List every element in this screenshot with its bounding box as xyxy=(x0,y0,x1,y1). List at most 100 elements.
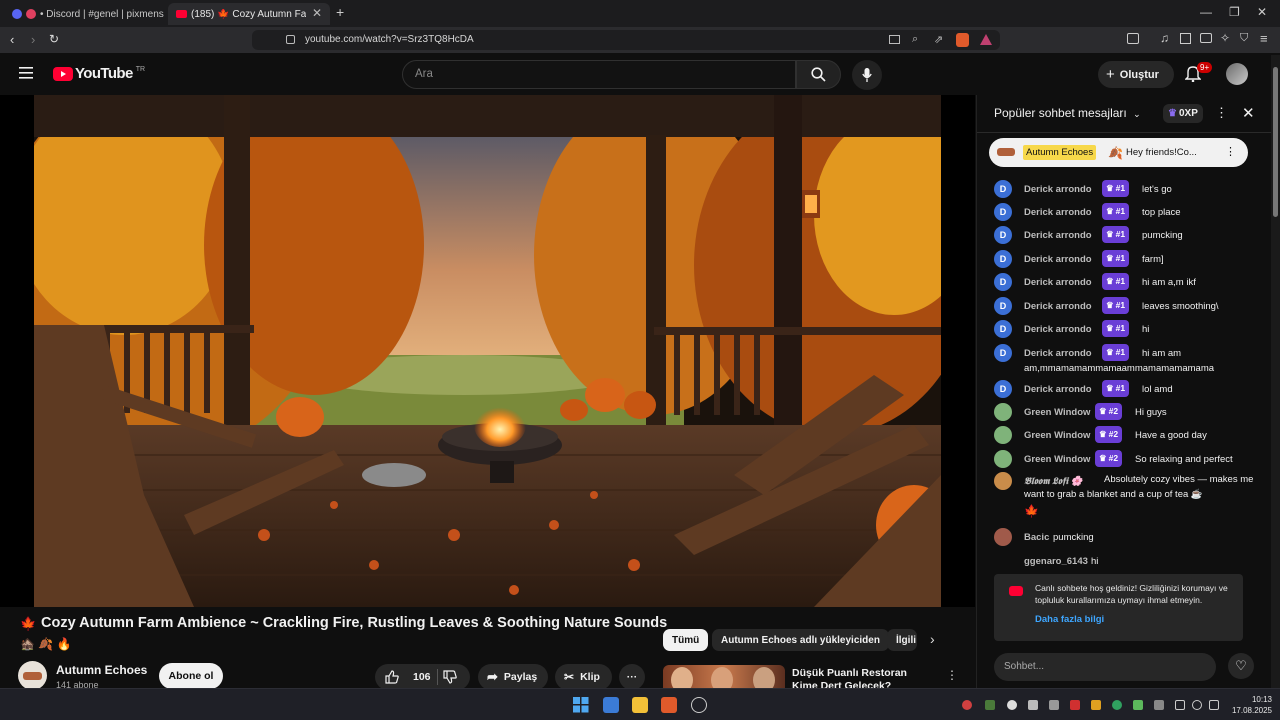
subscribe-button[interactable]: Abone ol xyxy=(159,663,223,689)
new-tab-button[interactable]: + xyxy=(336,4,344,20)
restore-icon[interactable]: ❐ xyxy=(1229,5,1240,19)
back-icon[interactable]: ‹ xyxy=(10,32,14,47)
rank-badge: ♛ #1 xyxy=(1102,203,1130,220)
network-icon[interactable] xyxy=(1175,700,1185,710)
tray-icon[interactable] xyxy=(1007,700,1017,710)
tab-discord[interactable]: • Discord | #genel | pixmens xyxy=(4,3,164,25)
tray-icon[interactable] xyxy=(1154,700,1164,710)
reload-icon[interactable]: ↻ xyxy=(49,32,59,46)
music-icon[interactable]: ♫ xyxy=(1160,31,1169,45)
chip-all[interactable]: Tümü xyxy=(663,629,709,651)
file-explorer-icon[interactable] xyxy=(632,697,648,713)
page-scrollbar[interactable] xyxy=(1271,55,1280,688)
author-name: Derick arrondo xyxy=(1024,301,1092,312)
rank-badge: ♛ #1 xyxy=(1102,344,1130,361)
tray-icon[interactable] xyxy=(1070,700,1080,710)
tray-icon[interactable] xyxy=(1133,700,1143,710)
sidebar-icon[interactable] xyxy=(1180,33,1191,44)
chip-from-uploader[interactable]: Autumn Echoes adlı yükleyiciden xyxy=(712,629,889,651)
message-text: hi am a,m ikf xyxy=(1142,277,1196,288)
system-clock[interactable]: 10:13 17.08.2025 xyxy=(1228,694,1272,716)
video-player[interactable] xyxy=(0,95,975,607)
crown-icon: ♛ xyxy=(1106,229,1114,239)
thumbs-down-icon xyxy=(443,670,457,684)
youtube-header: YouTube TR Ara + Oluştur 9+ xyxy=(0,53,1280,95)
tray-icon[interactable] xyxy=(1091,700,1101,710)
app-icon[interactable] xyxy=(691,697,707,713)
brave-shield-icon[interactable] xyxy=(956,33,969,47)
forward-icon[interactable]: › xyxy=(31,32,35,47)
chat-menu-icon[interactable]: ⋮ xyxy=(1215,105,1228,121)
pinned-message[interactable]: Autumn Echoes 🍂 Hey friends!Co... ⋮ xyxy=(989,138,1248,167)
tab-youtube[interactable]: (185) 🍁 Cozy Autumn Farm ... ✕ xyxy=(168,3,330,25)
vpn-shield-icon[interactable]: ⛉ xyxy=(1240,32,1248,45)
crown-icon: ♛ xyxy=(1106,276,1114,286)
youtube-logo[interactable]: YouTube TR xyxy=(53,65,145,82)
tray-icon[interactable] xyxy=(1028,700,1038,710)
tray-icon[interactable] xyxy=(1112,700,1122,710)
leo-ai-icon[interactable]: ✧ xyxy=(1220,31,1230,45)
like-dislike-group: 106 xyxy=(375,664,470,690)
clip-button[interactable]: ✂ Klip xyxy=(555,664,612,690)
battery-icon[interactable] xyxy=(1209,700,1219,710)
channel-avatar[interactable] xyxy=(18,661,47,690)
url-text[interactable]: youtube.com/watch?v=Srz3TQ8HcDA xyxy=(305,34,474,45)
badge-rank: #1 xyxy=(1115,206,1126,216)
share-icon[interactable]: ⇗ xyxy=(934,33,943,46)
reader-icon[interactable] xyxy=(1127,33,1139,44)
share-button[interactable]: ➦ Paylaş xyxy=(478,664,548,690)
voice-search-button[interactable] xyxy=(852,60,882,90)
youtube-favicon-icon xyxy=(176,10,187,18)
badge-rank: #1 xyxy=(1115,229,1126,239)
recommendation-menu-icon[interactable]: ⋮ xyxy=(946,668,958,682)
tray-icon[interactable] xyxy=(985,700,995,710)
zoom-icon[interactable]: ⌕ xyxy=(912,33,918,46)
browser-tab-strip: • Discord | #genel | pixmens (185) 🍁 Coz… xyxy=(0,0,1280,27)
chat-input[interactable]: Sohbet... ☺ xyxy=(994,653,1241,681)
xp-badge[interactable]: ♛ 0XP xyxy=(1163,104,1203,123)
chip-related[interactable]: İlgili xyxy=(887,629,917,651)
dislike-button[interactable] xyxy=(443,670,457,684)
volume-icon[interactable] xyxy=(1192,700,1202,710)
avatar: D xyxy=(994,297,1012,315)
create-button[interactable]: + Oluştur xyxy=(1098,61,1174,88)
like-button[interactable]: 106 xyxy=(375,664,437,690)
author-name: Derick arrondo xyxy=(1024,254,1092,265)
learn-more-link[interactable]: Daha fazla bilgi xyxy=(1035,614,1104,626)
pinned-text: Hey friends!Co... xyxy=(1126,147,1197,158)
wallet-icon[interactable] xyxy=(1200,33,1212,43)
close-window-icon[interactable]: ✕ xyxy=(1257,5,1267,19)
hamburger-menu-icon[interactable] xyxy=(19,67,33,79)
heart-reaction-icon[interactable]: ♡ xyxy=(1228,653,1254,679)
youtube-play-icon xyxy=(53,66,73,81)
channel-name[interactable]: Autumn Echoes xyxy=(56,663,147,677)
start-icon[interactable] xyxy=(573,697,589,713)
cast-icon[interactable] xyxy=(889,35,900,44)
search-button[interactable] xyxy=(796,60,841,89)
search-input[interactable]: Ara xyxy=(402,60,796,89)
widgets-icon[interactable] xyxy=(603,697,619,713)
badge-rank: #2 xyxy=(1108,453,1119,463)
site-info-icon[interactable] xyxy=(286,35,295,44)
pinned-menu-icon[interactable]: ⋮ xyxy=(1225,145,1236,158)
avatar xyxy=(994,450,1012,468)
brave-rewards-icon[interactable] xyxy=(980,34,992,45)
close-chat-icon[interactable]: ✕ xyxy=(1242,104,1255,122)
youtube-icon xyxy=(1009,586,1023,596)
brave-browser-icon[interactable] xyxy=(661,697,677,713)
leaf-emoji-icon: 🍂 xyxy=(1108,145,1124,160)
tray-icon[interactable] xyxy=(1049,700,1059,710)
message-text: Have a good day xyxy=(1135,430,1207,441)
address-bar[interactable]: youtube.com/watch?v=Srz3TQ8HcDA ⌕ ⇗ xyxy=(252,30,1000,50)
avatar: D xyxy=(994,226,1012,244)
more-actions-button[interactable]: ··· xyxy=(619,664,645,690)
chat-title[interactable]: Popüler sohbet mesajları ⌄ xyxy=(994,106,1141,120)
chevron-right-icon[interactable]: › xyxy=(930,631,935,647)
minimize-icon[interactable]: — xyxy=(1200,5,1212,19)
close-tab-icon[interactable]: ✕ xyxy=(312,6,322,20)
region-code: TR xyxy=(135,65,146,73)
tray-icon[interactable] xyxy=(962,700,972,710)
crown-icon: ♛ xyxy=(1106,183,1114,193)
user-avatar[interactable] xyxy=(1226,63,1248,85)
menu-icon[interactable]: ≡ xyxy=(1260,31,1268,46)
